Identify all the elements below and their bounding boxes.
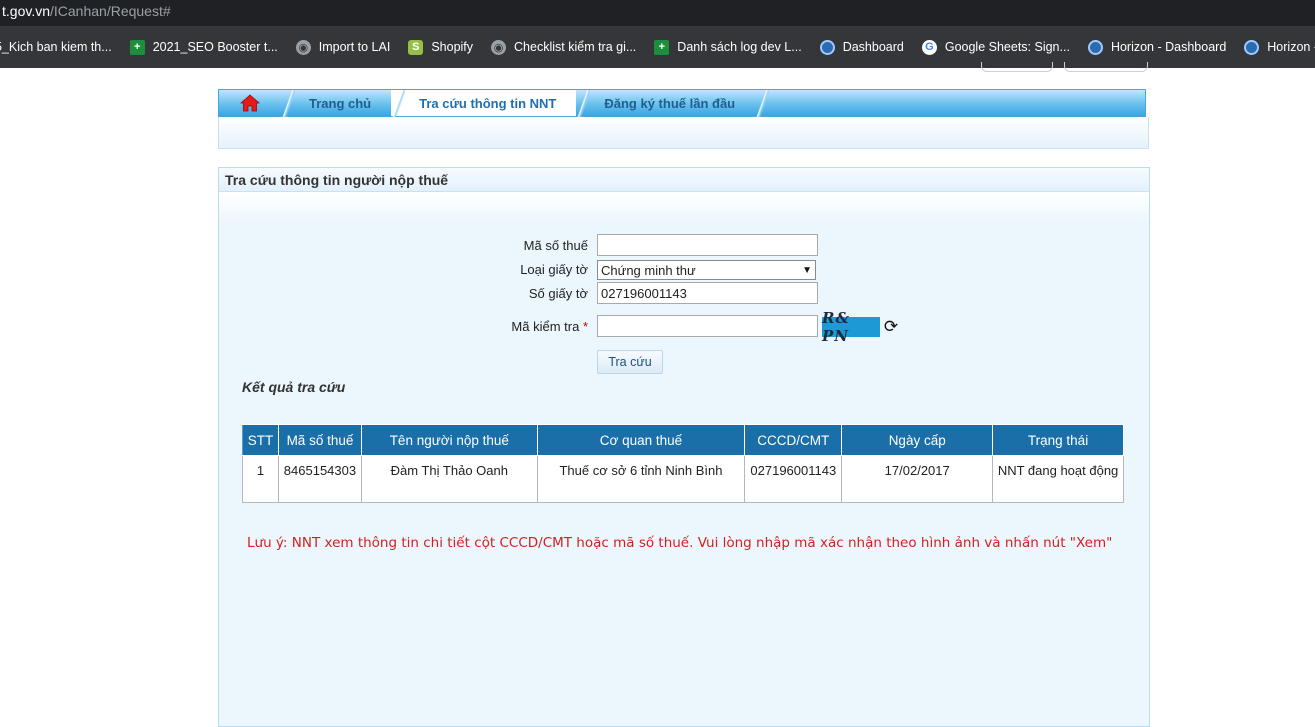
col-header: Cơ quan thuế	[536, 424, 746, 456]
cell-tax-office: Thuế cơ sở 6 tỉnh Ninh Bình	[536, 455, 746, 503]
cell-taxpayer-name: Đàm Thị Thảo Oanh	[360, 455, 538, 503]
table-header-row: STT Mã số thuế Tên người nộp thuế Cơ qua…	[242, 424, 1124, 456]
tab-label: Tra cứu thông tin NNT	[419, 95, 557, 111]
required-mark: *	[582, 319, 588, 334]
results-table: STT Mã số thuế Tên người nộp thuế Cơ qua…	[242, 424, 1124, 503]
bookmark-checklist[interactable]: ◉ Checklist kiểm tra gi...	[491, 39, 637, 55]
shopify-icon: S	[408, 39, 424, 55]
main-nav: Trang chủ Tra cứu thông tin NNT Đăng ký …	[218, 89, 1146, 118]
captcha-label: Mã kiểm tra *	[511, 319, 588, 334]
header-button-partial[interactable]	[1064, 62, 1148, 72]
url-host: t.gov.vn	[2, 3, 50, 19]
nav-filler	[755, 90, 1145, 118]
cell-tax-code[interactable]: 8465154303	[277, 455, 362, 503]
globe-icon: ◉	[295, 39, 311, 55]
doc-type-select[interactable]: Chứng minh thư ▼	[597, 260, 816, 280]
doc-number-label: Số giấy tờ	[528, 286, 588, 301]
bookmark-label: 05_Kich ban kiem th...	[0, 40, 112, 54]
bookmark-horizon-recent-jobs[interactable]: Horizon - Recent Jobs	[1244, 39, 1315, 55]
col-header: Trạng thái	[992, 424, 1124, 456]
captcha-image: R& PN	[822, 309, 880, 345]
bookmark-label: Import to LAI	[318, 40, 391, 54]
cell-issue-date: 17/02/2017	[841, 455, 994, 503]
bookmark-import-to-lai[interactable]: ◉ Import to LAI	[295, 39, 391, 55]
horizon-icon	[1244, 39, 1260, 55]
horizon-icon	[1087, 39, 1103, 55]
bookmark-label: Dashboard	[842, 40, 904, 54]
col-header: STT	[242, 424, 279, 456]
tab-dang-ky-thue[interactable]: Đăng ký thuế lần đầu	[576, 90, 755, 118]
bookmark-label: Shopify	[431, 40, 474, 54]
url-path: /ICanhan/Request#	[50, 3, 171, 19]
table-row: 1 8465154303 Đàm Thị Thảo Oanh Thuế cơ s…	[242, 455, 1124, 503]
bookmark-dashboard[interactable]: Dashboard	[819, 39, 904, 55]
col-header: Tên người nộp thuế	[360, 424, 538, 456]
tab-label: Đăng ký thuế lần đầu	[604, 95, 736, 111]
cell-status: NNT đang hoạt động	[992, 455, 1124, 503]
bookmark-kich-ban[interactable]: 05_Kich ban kiem th...	[0, 40, 112, 54]
bookmark-shopify[interactable]: S Shopify	[408, 39, 474, 55]
google-icon: G	[921, 39, 937, 55]
bookmark-label: Danh sách log dev L...	[677, 40, 802, 54]
bookmark-google-sheets[interactable]: G Google Sheets: Sign...	[921, 39, 1070, 55]
chevron-down-icon: ▼	[802, 264, 812, 276]
tab-label: Trang chủ	[309, 95, 372, 111]
tax-code-label: Mã số thuế	[523, 238, 588, 253]
sheets-icon: +	[654, 39, 670, 55]
bookmark-label: Google Sheets: Sign...	[944, 40, 1070, 54]
col-header: CCCD/CMT	[744, 424, 843, 456]
doc-type-label: Loại giấy tờ	[520, 262, 588, 277]
sheets-icon: +	[129, 39, 145, 55]
horizon-icon	[819, 39, 835, 55]
header-button-partial[interactable]	[981, 62, 1053, 72]
bookmark-danh-sach-log[interactable]: + Danh sách log dev L...	[654, 39, 802, 55]
captcha-input[interactable]	[597, 315, 818, 337]
col-header: Mã số thuế	[277, 424, 362, 456]
panel-strip	[219, 192, 1149, 228]
note-text: Lưu ý: NNT xem thông tin chi tiết cột CC…	[247, 535, 1113, 551]
panel-title: Tra cứu thông tin người nộp thuế	[219, 168, 1149, 192]
tab-trang-chu[interactable]: Trang chủ	[281, 90, 391, 118]
bookmark-label: Horizon - Recent Jobs	[1267, 40, 1315, 54]
page-content: Trang chủ Tra cứu thông tin NNT Đăng ký …	[0, 62, 1315, 727]
results-title: Kết quả tra cứu	[242, 379, 346, 395]
home-icon	[240, 94, 260, 112]
refresh-icon[interactable]: ⟳	[882, 318, 900, 336]
sub-nav-bar	[218, 117, 1149, 149]
tax-code-input[interactable]	[597, 234, 818, 256]
tab-tra-cuu-nnt[interactable]: Tra cứu thông tin NNT	[391, 90, 577, 118]
globe-icon: ◉	[491, 39, 507, 55]
bookmark-label: 2021_SEO Booster t...	[152, 40, 278, 54]
address-bar[interactable]: t.gov.vn/ICanhan/Request#	[0, 0, 1315, 26]
doc-number-input[interactable]	[597, 282, 818, 304]
lookup-panel: Tra cứu thông tin người nộp thuế Mã số t…	[218, 167, 1150, 727]
col-header: Ngày cấp	[841, 424, 994, 456]
bookmark-label: Checklist kiểm tra gi...	[514, 40, 637, 54]
bookmark-horizon-dashboard[interactable]: Horizon - Dashboard	[1087, 39, 1227, 55]
bookmark-seo-booster[interactable]: + 2021_SEO Booster t...	[129, 39, 278, 55]
nav-home[interactable]	[219, 90, 281, 116]
search-button[interactable]: Tra cứu	[597, 350, 663, 374]
bookmark-label: Horizon - Dashboard	[1110, 40, 1227, 54]
cell-id-number[interactable]: 027196001143	[744, 455, 843, 503]
cell-stt: 1	[242, 455, 279, 503]
doc-type-selected: Chứng minh thư	[601, 262, 696, 278]
